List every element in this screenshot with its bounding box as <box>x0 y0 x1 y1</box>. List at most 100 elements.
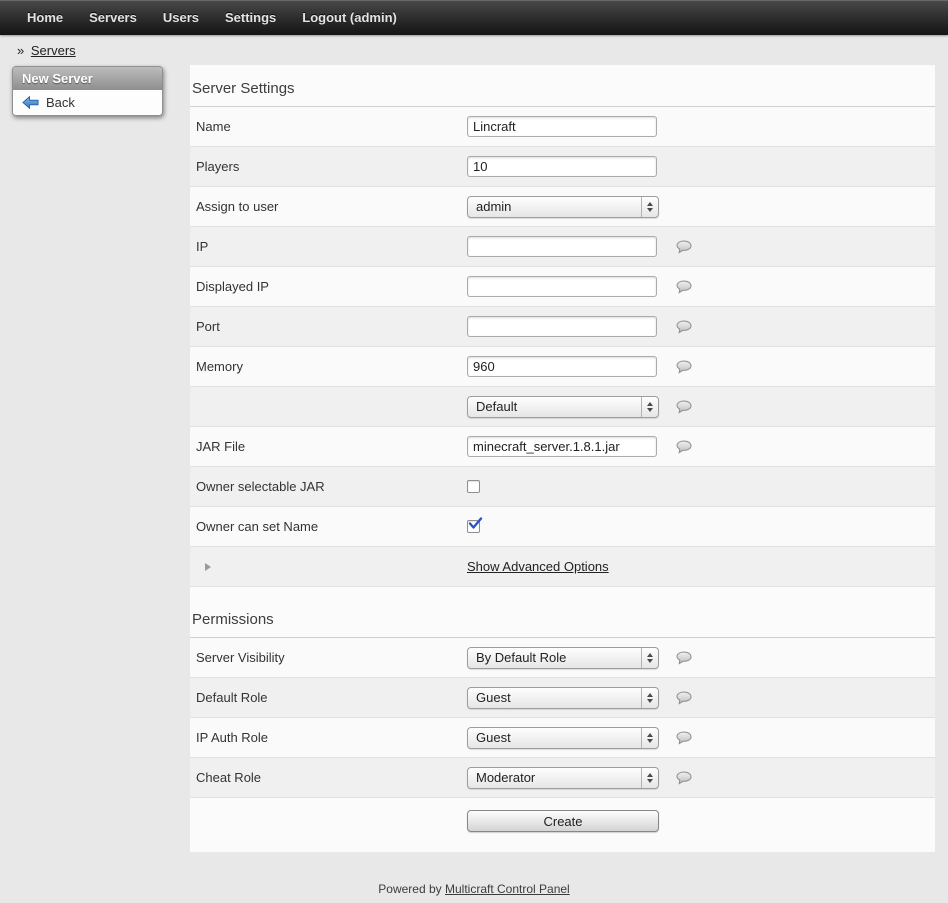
sidebar-item-back[interactable]: Back <box>13 90 162 115</box>
memory-control <box>467 356 663 377</box>
assign-to-user-control: admin <box>467 196 663 218</box>
select-stepper-icon <box>641 197 658 217</box>
default-role-help-icon[interactable] <box>676 691 692 705</box>
server-visibility-help-icon[interactable] <box>676 651 692 665</box>
owner-selectable-jar-label: Owner selectable JAR <box>190 479 467 494</box>
select-stepper-icon <box>641 728 658 748</box>
sidebar-back-label: Back <box>46 95 75 110</box>
advanced-options-control: Show Advanced Options <box>467 559 663 574</box>
server-settings-title: Server Settings <box>190 65 935 107</box>
breadcrumb-separator: » <box>17 43 24 58</box>
assign-to-user-select[interactable]: admin <box>467 196 659 218</box>
owner-can-set-name-control <box>467 520 663 533</box>
form-row-owner-selectable-jar: Owner selectable JAR <box>190 467 935 507</box>
select-value: By Default Role <box>476 650 566 665</box>
breadcrumb-servers-link[interactable]: Servers <box>31 43 76 58</box>
ip-auth-role-help-icon[interactable] <box>676 731 692 745</box>
cheat-role-help-icon[interactable] <box>676 771 692 785</box>
port-input[interactable] <box>467 316 657 337</box>
port-control <box>467 316 663 337</box>
default-role-select[interactable]: Guest <box>467 687 659 709</box>
jar-file-control <box>467 436 663 457</box>
memory-help-icon[interactable] <box>676 360 692 374</box>
ip-control <box>467 236 663 257</box>
default-role-control: Guest <box>467 687 663 709</box>
players-input[interactable] <box>467 156 657 177</box>
assign-to-user-label: Assign to user <box>190 199 467 214</box>
port-label: Port <box>190 319 467 334</box>
server-visibility-label: Server Visibility <box>190 650 467 665</box>
multicraft-control-panel-link[interactable]: Multicraft Control Panel <box>445 882 570 896</box>
main-content: Server Settings Name Players Assign to u… <box>190 65 935 852</box>
players-control <box>467 156 663 177</box>
nav-item-logout[interactable]: Logout (admin) <box>289 0 410 35</box>
footer: Powered by Multicraft Control Panel <box>0 882 948 896</box>
cheat-role-control: Moderator <box>467 767 663 789</box>
permissions-form: Server Visibility By Default Role Defaul… <box>190 638 935 798</box>
disclosure-triangle-icon[interactable] <box>205 563 211 571</box>
ip-input[interactable] <box>467 236 657 257</box>
show-advanced-options-link[interactable]: Show Advanced Options <box>467 559 609 574</box>
ip-auth-role-control: Guest <box>467 727 663 749</box>
footer-text: Powered by <box>378 882 441 896</box>
nav-item-users[interactable]: Users <box>150 0 212 35</box>
form-row-advanced-options: Show Advanced Options <box>190 547 935 587</box>
displayed-ip-input[interactable] <box>467 276 657 297</box>
form-row-memory: Memory <box>190 347 935 387</box>
form-row-name: Name <box>190 107 935 147</box>
form-row-owner-can-set-name: Owner can set Name <box>190 507 935 547</box>
form-row-port: Port <box>190 307 935 347</box>
server-visibility-select[interactable]: By Default Role <box>467 647 659 669</box>
form-row-memory-preset: Default <box>190 387 935 427</box>
advanced-options-label-cell <box>190 559 467 574</box>
server-settings-form: Name Players Assign to user admin IP <box>190 107 935 587</box>
form-row-players: Players <box>190 147 935 187</box>
sidebar-title: New Server <box>13 67 162 90</box>
memory-label: Memory <box>190 359 467 374</box>
ip-help-icon[interactable] <box>676 240 692 254</box>
permissions-title: Permissions <box>190 587 935 638</box>
ip-auth-role-label: IP Auth Role <box>190 730 467 745</box>
nav-item-settings[interactable]: Settings <box>212 0 289 35</box>
jar-file-input[interactable] <box>467 436 657 457</box>
select-value: Guest <box>476 730 511 745</box>
nav-item-servers[interactable]: Servers <box>76 0 150 35</box>
jar-file-help-icon[interactable] <box>676 440 692 454</box>
form-row-default-role: Default Role Guest <box>190 678 935 718</box>
top-nav: Home Servers Users Settings Logout (admi… <box>0 0 948 35</box>
ip-auth-role-select[interactable]: Guest <box>467 727 659 749</box>
create-button[interactable]: Create <box>467 810 659 832</box>
form-row-jar-file: JAR File <box>190 427 935 467</box>
form-row-assign-to-user: Assign to user admin <box>190 187 935 227</box>
memory-preset-select[interactable]: Default <box>467 396 659 418</box>
select-value: admin <box>476 199 511 214</box>
cheat-role-select[interactable]: Moderator <box>467 767 659 789</box>
breadcrumb: » Servers <box>0 35 948 65</box>
owner-selectable-jar-control <box>467 480 663 493</box>
name-input[interactable] <box>467 116 657 137</box>
memory-preset-help-icon[interactable] <box>676 400 692 414</box>
select-stepper-icon <box>641 397 658 417</box>
select-value: Moderator <box>476 770 535 785</box>
sidebar: New Server Back <box>12 66 163 116</box>
memory-input[interactable] <box>467 356 657 377</box>
owner-can-set-name-label: Owner can set Name <box>190 519 467 534</box>
ip-label: IP <box>190 239 467 254</box>
memory-preset-control: Default <box>467 396 663 418</box>
jar-file-label: JAR File <box>190 439 467 454</box>
server-visibility-control: By Default Role <box>467 647 663 669</box>
cheat-role-label: Cheat Role <box>190 770 467 785</box>
displayed-ip-label: Displayed IP <box>190 279 467 294</box>
form-row-cheat-role: Cheat Role Moderator <box>190 758 935 798</box>
name-control <box>467 116 663 137</box>
select-stepper-icon <box>641 688 658 708</box>
port-help-icon[interactable] <box>676 320 692 334</box>
owner-selectable-jar-checkbox[interactable] <box>467 480 480 493</box>
select-stepper-icon <box>641 648 658 668</box>
displayed-ip-help-icon[interactable] <box>676 280 692 294</box>
form-row-ip-auth-role: IP Auth Role Guest <box>190 718 935 758</box>
select-stepper-icon <box>641 768 658 788</box>
owner-can-set-name-checkbox[interactable] <box>467 520 480 533</box>
nav-item-home[interactable]: Home <box>14 0 76 35</box>
form-row-displayed-ip: Displayed IP <box>190 267 935 307</box>
